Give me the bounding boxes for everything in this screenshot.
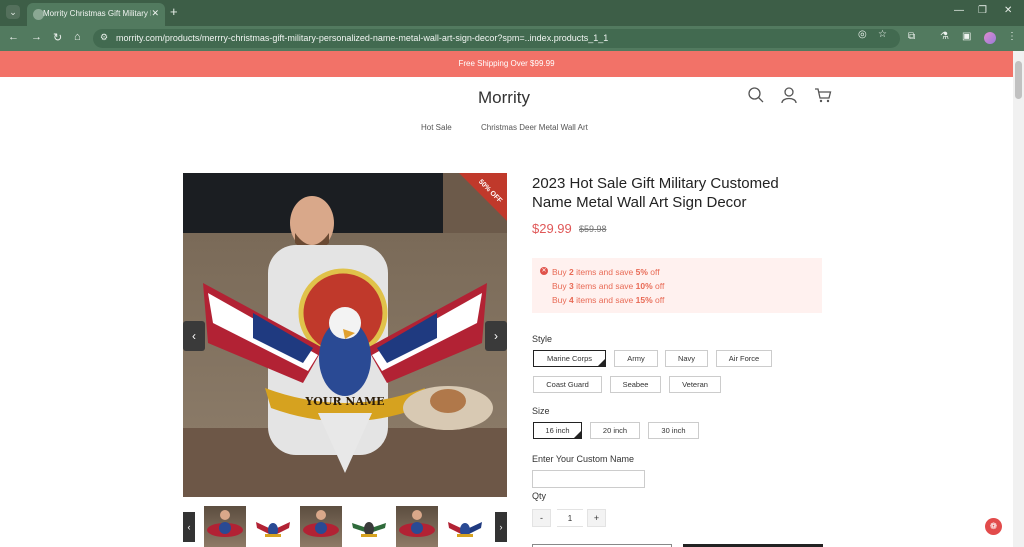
qty-increase-button[interactable]: + — [587, 509, 606, 527]
window-close-icon[interactable]: ✕ — [1004, 5, 1012, 16]
cart-icon[interactable] — [814, 86, 832, 104]
product-title: 2023 Hot Sale Gift Military Customed Nam… — [532, 175, 779, 211]
product-main-image: YOUR NAME — [183, 173, 507, 497]
style-option-marine-corps[interactable]: Marine Corps — [533, 350, 606, 367]
tab-title: Morrity Christmas Gift Military P — [43, 9, 151, 18]
browser-toolbar: ← → ↻ ⌂ ⚙ morrity.com/products/merrry-ch… — [0, 26, 1024, 51]
bookmark-star-icon[interactable]: ☆ — [878, 29, 887, 40]
thumbnail[interactable] — [348, 506, 390, 547]
lab-icon[interactable]: ⚗ — [940, 31, 949, 42]
extensions-icon[interactable]: ⧉ — [908, 31, 915, 42]
account-icon[interactable] — [780, 86, 798, 104]
qty-label: Qty — [532, 491, 547, 501]
discount-icon: ✕ — [540, 267, 548, 275]
discount-tier: Buy 3 items and save 10% off — [552, 281, 665, 291]
style-option-seabee[interactable]: Seabee — [610, 376, 661, 393]
sidebar-icon[interactable]: ▣ — [962, 31, 971, 42]
browser-tab[interactable]: Morrity Christmas Gift Military P ✕ — [27, 3, 165, 26]
profile-avatar[interactable] — [984, 32, 996, 44]
discount-tier: Buy 2 items and save 5% off — [552, 267, 660, 277]
site-info-icon[interactable]: ⚙ — [100, 32, 108, 43]
thumbnail[interactable] — [204, 506, 246, 547]
style-option-navy[interactable]: Navy — [665, 350, 708, 367]
address-bar[interactable]: ⚙ morrity.com/products/merrry-christmas-… — [93, 29, 900, 48]
new-tab-icon[interactable]: + — [170, 4, 178, 19]
gallery-prev-button[interactable]: ‹ — [183, 321, 205, 351]
restore-icon[interactable]: ❐ — [978, 5, 987, 16]
nav-christmas-deer[interactable]: Christmas Deer Metal Wall Art — [481, 123, 588, 132]
style-option-army[interactable]: Army — [614, 350, 658, 367]
discount-badge: 50% OFF — [459, 173, 507, 221]
thumb-next-button[interactable]: › — [495, 512, 507, 542]
custom-name-label: Enter Your Custom Name — [532, 454, 635, 464]
tab-close-icon[interactable]: ✕ — [151, 8, 159, 19]
scrollbar-thumb[interactable] — [1015, 61, 1022, 99]
browser-tab-bar: ⌄ Morrity Christmas Gift Military P ✕ + … — [0, 0, 1024, 26]
product-price: $29.99 — [532, 221, 572, 236]
promo-banner: Free Shipping Over $99.99 — [0, 51, 1013, 77]
forward-icon[interactable]: → — [31, 31, 42, 43]
volume-discount-box: ✕ Buy 2 items and save 5% off Buy 3 item… — [532, 258, 822, 313]
reload-icon[interactable]: ↻ — [53, 31, 62, 44]
size-label: Size — [532, 406, 550, 416]
eye-off-icon[interactable]: ◎ — [858, 29, 867, 40]
banner-your-name: YOUR NAME — [304, 395, 384, 408]
size-option-30[interactable]: 30 inch — [648, 422, 699, 439]
thumbnail[interactable] — [444, 506, 486, 547]
qty-decrease-button[interactable]: - — [532, 509, 551, 527]
style-label: Style — [532, 334, 553, 344]
size-option-20[interactable]: 20 inch — [590, 422, 640, 439]
site-logo[interactable]: Morrity — [478, 88, 530, 108]
style-option-air-force[interactable]: Air Force — [716, 350, 772, 367]
size-option-16[interactable]: 16 inch — [533, 422, 582, 439]
eagle-sign-photo: YOUR NAME — [203, 196, 493, 473]
thumbnail[interactable] — [300, 506, 342, 547]
tab-search-icon[interactable]: ⌄ — [6, 5, 20, 19]
floating-gift-icon[interactable]: ❁ — [985, 518, 1002, 535]
thumbnail[interactable] — [252, 506, 294, 547]
discount-tier: Buy 4 items and save 15% off — [552, 295, 665, 305]
thumbnail[interactable] — [396, 506, 438, 547]
page-scrollbar[interactable] — [1013, 51, 1024, 547]
back-icon[interactable]: ← — [8, 31, 19, 43]
thumb-prev-button[interactable]: ‹ — [183, 512, 195, 542]
gallery-next-button[interactable]: › — [485, 321, 507, 351]
style-option-veteran[interactable]: Veteran — [669, 376, 721, 393]
custom-name-input[interactable] — [532, 470, 645, 488]
compare-price: $59.98 — [579, 224, 607, 234]
menu-icon[interactable]: ⋮ — [1007, 31, 1017, 42]
nav-hot-sale[interactable]: Hot Sale — [421, 123, 452, 132]
qty-input[interactable]: 1 — [557, 509, 583, 527]
search-icon[interactable] — [747, 86, 765, 104]
url-text: morrity.com/products/merrry-christmas-gi… — [116, 33, 609, 43]
minimize-icon[interactable]: — — [954, 5, 964, 16]
style-option-coast-guard[interactable]: Coast Guard — [533, 376, 602, 393]
home-icon[interactable]: ⌂ — [74, 31, 81, 43]
